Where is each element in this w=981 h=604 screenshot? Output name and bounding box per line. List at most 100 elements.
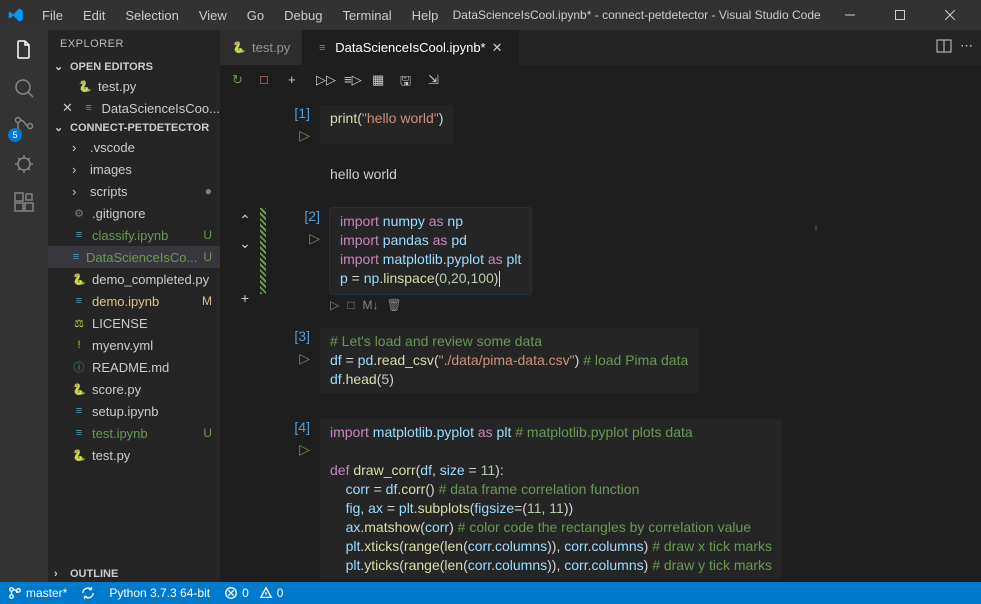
run-cell-icon[interactable]: ▷ (299, 441, 310, 458)
file-item-selected[interactable]: ≡DataScienceIsCo...U (48, 246, 220, 268)
folder-item[interactable]: ›.vscode (48, 136, 220, 158)
collapse-up-icon[interactable]: ⌃ (239, 212, 251, 229)
python-file-icon: 🐍 (78, 79, 92, 93)
menu-selection[interactable]: Selection (117, 8, 186, 23)
file-item[interactable]: !myenv.yml (48, 334, 220, 356)
sync-icon[interactable] (81, 586, 95, 600)
editor-tabs: 🐍test.py ≡DataScienceIsCool.ipynb*✕ ⋯ (220, 30, 981, 65)
menu-file[interactable]: File (34, 8, 71, 23)
markdown-icon[interactable]: M↓ (362, 298, 378, 312)
code-cell[interactable]: # Let's load and review some data df = p… (320, 328, 698, 393)
folder-header[interactable]: ⌄CONNECT-PETDETECTOR (48, 119, 220, 136)
code-cell[interactable]: print("hello world") (320, 105, 453, 144)
cell-index: [1] (294, 105, 310, 121)
dirty-marker (260, 208, 266, 294)
notebook-body[interactable]: [1]▷ print("hello world") hello world ⌃ … (220, 95, 981, 582)
source-control-icon[interactable]: 5 (12, 114, 36, 138)
license-icon: ⚖ (72, 316, 86, 330)
notebook-toolbar: ↻ □ + ▷▷ ≡▷ ▦ 🖫 ⇲ (220, 65, 981, 95)
status-bar: master* Python 3.7.3 64-bit 0 0 (0, 582, 981, 604)
delete-cell-icon[interactable]: 🗑 (386, 298, 401, 312)
editor-area: 🐍test.py ≡DataScienceIsCool.ipynb*✕ ⋯ ↻ … (220, 30, 981, 582)
titlebar: File Edit Selection View Go Debug Termin… (0, 0, 981, 30)
more-icon[interactable]: ⋯ (960, 38, 973, 57)
window-title: DataScienceIsCool.ipynb* - connect-petde… (450, 8, 823, 22)
window-close[interactable] (927, 0, 973, 30)
tab-notebook[interactable]: ≡DataScienceIsCool.ipynb*✕ (303, 30, 518, 65)
gear-icon: ⚙ (72, 206, 86, 220)
cell-index: [4] (294, 419, 310, 435)
close-icon[interactable]: ✕ (62, 100, 76, 116)
menu-edit[interactable]: Edit (75, 8, 113, 23)
activity-bar: 5 (0, 30, 48, 582)
menu-terminal[interactable]: Terminal (334, 8, 399, 23)
notebook-file-icon: ≡ (72, 250, 80, 264)
python-interpreter[interactable]: Python 3.7.3 64-bit (109, 586, 210, 600)
file-item[interactable]: ≡demo.ipynbM (48, 290, 220, 312)
vscode-logo-icon (8, 7, 24, 23)
ibeam-cursor-icon (815, 216, 817, 240)
run-cell-icon[interactable]: ▷ (299, 127, 310, 144)
tab-testpy[interactable]: 🐍test.py (220, 30, 303, 65)
menu-go[interactable]: Go (239, 8, 272, 23)
menu-help[interactable]: Help (404, 8, 447, 23)
run-by-line-icon[interactable]: ▷ (330, 298, 339, 312)
add-cell-below-icon[interactable]: + (241, 290, 249, 306)
open-editor-item[interactable]: 🐍test.py (48, 75, 220, 97)
git-branch[interactable]: master* (8, 586, 67, 600)
file-item[interactable]: 🐍score.py (48, 378, 220, 400)
close-icon[interactable]: ✕ (492, 40, 506, 56)
menu-debug[interactable]: Debug (276, 8, 330, 23)
run-above-icon[interactable]: ≡▷ (344, 72, 360, 88)
add-cell-icon[interactable]: + (288, 72, 304, 88)
file-item[interactable]: ⓘREADME.md (48, 356, 220, 378)
file-item[interactable]: ≡classify.ipynbU (48, 224, 220, 246)
notebook-file-icon: ≡ (82, 101, 96, 115)
file-item[interactable]: ≡setup.ipynb (48, 400, 220, 422)
search-icon[interactable] (12, 76, 36, 100)
stop-icon[interactable]: □ (347, 298, 354, 312)
code-cell[interactable]: import matplotlib.pyplot as plt # matplo… (320, 419, 782, 579)
problems[interactable]: 0 0 (224, 586, 283, 600)
split-editor-icon[interactable] (936, 38, 952, 57)
info-icon: ⓘ (72, 360, 86, 374)
variables-icon[interactable]: ▦ (372, 72, 388, 88)
interrupt-icon[interactable]: □ (260, 72, 276, 88)
debug-icon[interactable] (12, 152, 36, 176)
extensions-icon[interactable] (12, 190, 36, 214)
notebook-file-icon: ≡ (72, 228, 86, 242)
code-cell-active[interactable]: import numpy as np import pandas as pd i… (330, 208, 531, 294)
save-icon[interactable]: 🖫 (400, 72, 416, 88)
notebook-file-icon: ≡ (72, 294, 86, 308)
file-item[interactable]: ≡test.ipynbU (48, 422, 220, 444)
window-minimize[interactable] (827, 0, 873, 30)
menu-view[interactable]: View (191, 8, 235, 23)
run-cell-icon[interactable]: ▷ (309, 230, 320, 247)
outline-header[interactable]: ›OUTLINE (48, 566, 220, 582)
file-item[interactable]: ⚙.gitignore (48, 202, 220, 224)
file-item[interactable]: 🐍test.py (48, 444, 220, 466)
open-editor-item[interactable]: ✕≡DataScienceIsCoo... (48, 97, 220, 119)
python-file-icon: 🐍 (72, 448, 86, 462)
scm-badge: 5 (8, 128, 22, 142)
yaml-file-icon: ! (72, 338, 86, 352)
file-item[interactable]: ⚖LICENSE (48, 312, 220, 334)
open-editors-header[interactable]: ⌄OPEN EDITORS (48, 58, 220, 75)
python-file-icon: 🐍 (72, 382, 86, 396)
explorer-sidebar: EXPLORER ⌄OPEN EDITORS 🐍test.py ✕≡DataSc… (48, 30, 220, 582)
folder-item[interactable]: ›scripts● (48, 180, 220, 202)
run-cell-icon[interactable]: ▷ (299, 350, 310, 367)
file-item[interactable]: 🐍demo_completed.py (48, 268, 220, 290)
collapse-down-icon[interactable]: ⌄ (239, 235, 251, 252)
cell-index: [2] (304, 208, 320, 224)
run-all-icon[interactable]: ▷▷ (316, 72, 332, 88)
explorer-icon[interactable] (12, 38, 36, 62)
cell-output: hello world (320, 162, 407, 186)
notebook-file-icon: ≡ (72, 404, 86, 418)
window-maximize[interactable] (877, 0, 923, 30)
folder-item[interactable]: ›images (48, 158, 220, 180)
restart-icon[interactable]: ↻ (232, 72, 248, 88)
export-icon[interactable]: ⇲ (428, 72, 444, 88)
notebook-file-icon: ≡ (315, 41, 329, 55)
python-file-icon: 🐍 (72, 272, 86, 286)
